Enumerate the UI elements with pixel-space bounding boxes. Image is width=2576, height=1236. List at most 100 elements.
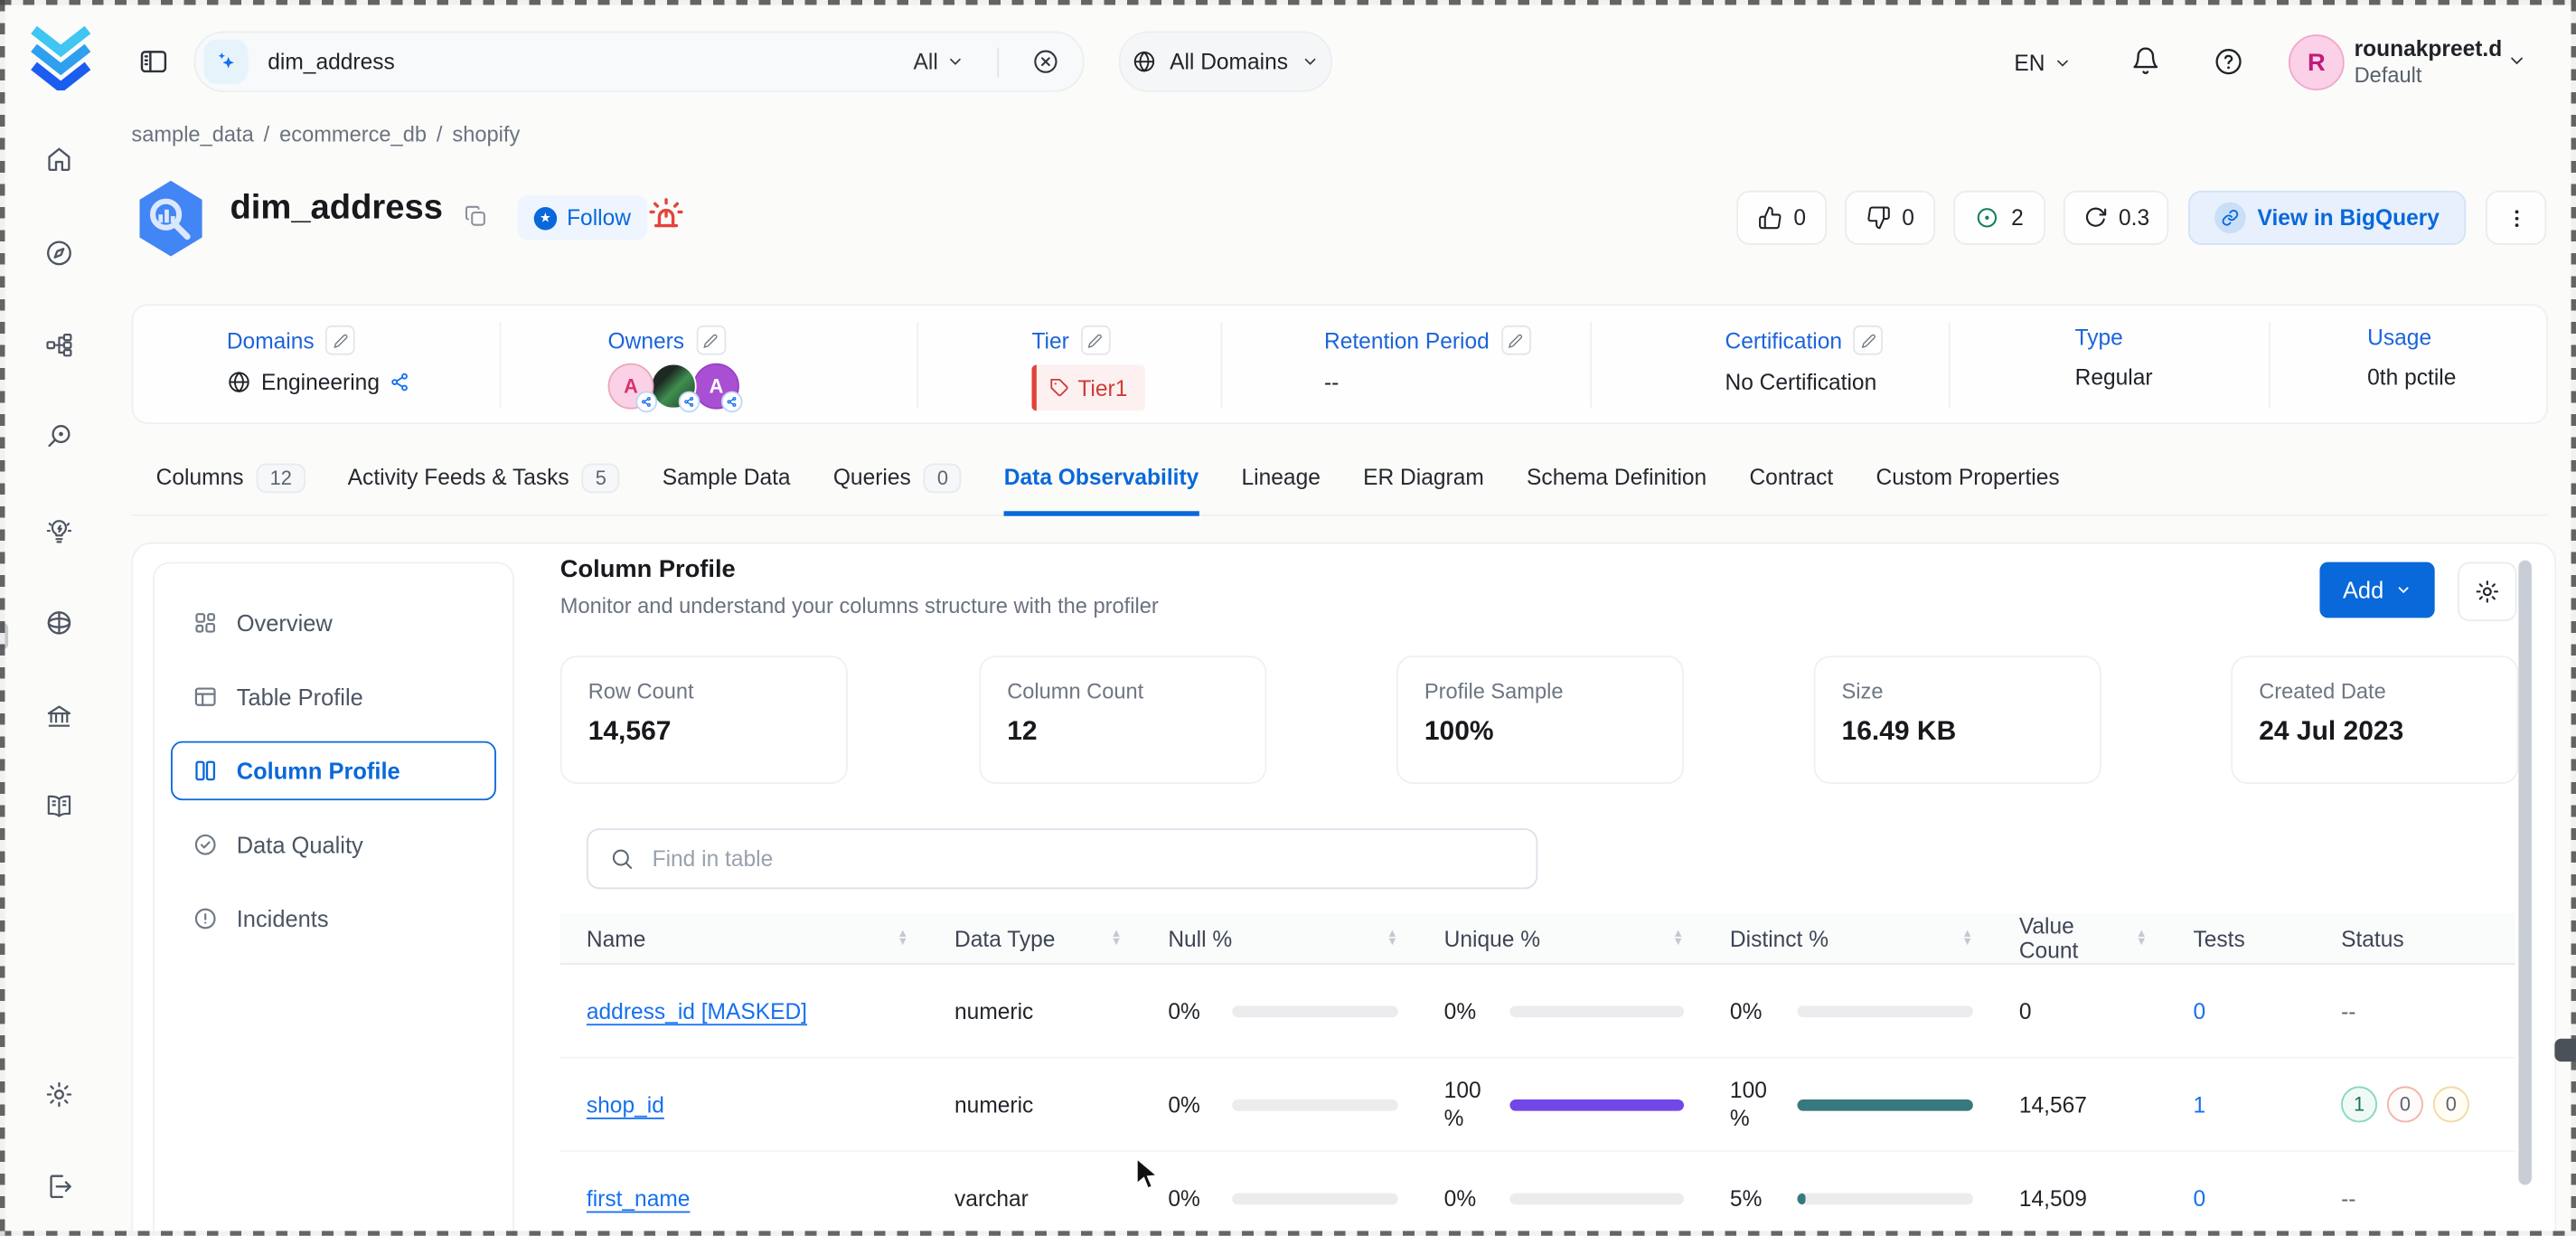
- subnav-data-quality[interactable]: Data Quality: [171, 816, 496, 874]
- global-search-bar[interactable]: All: [193, 32, 1084, 92]
- breadcrumb-database[interactable]: ecommerce_db: [279, 122, 427, 146]
- observability-icon[interactable]: [44, 422, 74, 452]
- data-type: numeric: [954, 998, 1033, 1023]
- add-button[interactable]: Add: [2319, 562, 2434, 618]
- tab-queries[interactable]: Queries0: [833, 464, 962, 514]
- tab-columns[interactable]: Columns12: [156, 464, 306, 514]
- sort-icon[interactable]: ▲▼: [1387, 930, 1398, 947]
- tab-contract[interactable]: Contract: [1749, 464, 1833, 514]
- home-icon[interactable]: [44, 145, 74, 175]
- tab-er-diagram[interactable]: ER Diagram: [1363, 464, 1484, 514]
- notifications-bell-icon[interactable]: [2130, 46, 2160, 76]
- panel-toggle-icon[interactable]: [138, 46, 170, 78]
- edit-retention-button[interactable]: [1501, 326, 1531, 355]
- column-link[interactable]: address_id [MASKED]: [587, 998, 807, 1023]
- null-bar: [1231, 1099, 1397, 1110]
- column-header-data-type[interactable]: Data Type▲▼: [928, 926, 1142, 950]
- owner-avatar[interactable]: A: [693, 363, 739, 410]
- domains-icon[interactable]: [44, 609, 74, 638]
- subnav-overview[interactable]: Overview: [171, 593, 496, 652]
- search-scope-select[interactable]: All: [914, 50, 964, 74]
- column-header-value-count[interactable]: Value Count▲▼: [1993, 914, 2167, 964]
- tab-activity-feeds[interactable]: Activity Feeds & Tasks5: [348, 464, 620, 514]
- views-icon: [1975, 205, 1999, 230]
- status-failed-badge[interactable]: 0: [2387, 1086, 2423, 1122]
- owner-avatar[interactable]: A: [608, 363, 654, 410]
- explore-icon[interactable]: [44, 239, 74, 269]
- meta-type: Type Regular: [2075, 326, 2153, 390]
- edit-domains-button[interactable]: [325, 326, 355, 355]
- table-icon: [193, 684, 219, 710]
- owner-avatar-photo[interactable]: [651, 363, 697, 410]
- tests-link[interactable]: 1: [2193, 1092, 2205, 1117]
- column-header-unique[interactable]: Unique %▲▼: [1418, 926, 1704, 950]
- tests-link[interactable]: 0: [2193, 998, 2205, 1023]
- profiler-settings-button[interactable]: [2458, 562, 2516, 621]
- tab-custom-properties[interactable]: Custom Properties: [1876, 464, 2059, 514]
- user-menu[interactable]: rounakpreet.d Default: [2355, 36, 2503, 89]
- language-select[interactable]: EN: [2014, 46, 2071, 79]
- sort-icon[interactable]: ▲▼: [2136, 930, 2148, 947]
- find-in-table[interactable]: [587, 828, 1537, 889]
- distinct-pct: 100 %: [1730, 1077, 1787, 1133]
- column-link[interactable]: first_name: [587, 1185, 691, 1210]
- usage-value: 0th pctile: [2367, 365, 2456, 390]
- table-row: shop_id numeric 0% 100 % 100 % 14,567 1 …: [560, 1059, 2515, 1153]
- settings-icon[interactable]: [44, 1080, 74, 1109]
- unique-bar: [1509, 1193, 1684, 1204]
- content-scrollbar[interactable]: [2518, 561, 2532, 1185]
- user-menu-chevron-icon[interactable]: [2507, 51, 2527, 71]
- tab-lineage[interactable]: Lineage: [1242, 464, 1321, 514]
- owners-label: Owners: [608, 328, 685, 353]
- tab-sample-data[interactable]: Sample Data: [663, 464, 791, 514]
- announcement-siren-icon[interactable]: [645, 193, 686, 233]
- edit-owners-button[interactable]: [696, 326, 726, 355]
- sort-icon[interactable]: ▲▼: [898, 930, 909, 947]
- edit-certification-button[interactable]: [1854, 326, 1884, 355]
- tab-data-observability[interactable]: Data Observability: [1004, 464, 1199, 516]
- tab-schema-definition[interactable]: Schema Definition: [1527, 464, 1706, 514]
- version-button[interactable]: 0.3: [2064, 191, 2168, 245]
- collate-logo[interactable]: [24, 18, 97, 90]
- ai-sparkles-icon[interactable]: [203, 40, 248, 84]
- global-search-input[interactable]: [265, 48, 898, 76]
- column-link[interactable]: shop_id: [587, 1092, 664, 1117]
- more-actions-button[interactable]: [2486, 191, 2546, 245]
- search-clear-icon[interactable]: [1031, 48, 1059, 76]
- metadata-bar: Domains Engineering Owners A A: [131, 304, 2548, 424]
- domains-value[interactable]: Engineering: [261, 370, 380, 394]
- domains-filter-button[interactable]: All Domains: [1119, 32, 1332, 92]
- share-link-icon[interactable]: [390, 372, 411, 393]
- breadcrumb-schema[interactable]: shopify: [452, 122, 520, 146]
- edit-tier-button[interactable]: [1081, 326, 1111, 355]
- sort-icon[interactable]: ▲▼: [1111, 930, 1123, 947]
- status-success-badge[interactable]: 1: [2341, 1086, 2377, 1122]
- help-icon[interactable]: [2213, 46, 2244, 78]
- status-aborted-badge[interactable]: 0: [2433, 1086, 2469, 1122]
- subnav-column-profile[interactable]: Column Profile: [171, 741, 496, 800]
- lineage-icon[interactable]: [44, 330, 74, 360]
- tests-link[interactable]: 0: [2193, 1185, 2205, 1210]
- downvote-button[interactable]: 0: [1845, 191, 1935, 245]
- sort-icon[interactable]: ▲▼: [1961, 930, 1973, 947]
- insights-icon[interactable]: [44, 516, 74, 546]
- logout-icon[interactable]: [44, 1172, 74, 1202]
- subnav-table-profile[interactable]: Table Profile: [171, 667, 496, 726]
- column-header-distinct[interactable]: Distinct %▲▼: [1704, 926, 1993, 950]
- copy-icon[interactable]: [464, 203, 488, 228]
- upvote-button[interactable]: 0: [1736, 191, 1827, 245]
- views-button[interactable]: 2: [1953, 191, 2045, 245]
- column-header-name[interactable]: Name▲▼: [560, 926, 928, 950]
- breadcrumb-service[interactable]: sample_data: [131, 122, 253, 146]
- view-in-service-button[interactable]: View in BigQuery: [2188, 191, 2466, 245]
- glossary-icon[interactable]: [44, 792, 74, 822]
- subnav-incidents[interactable]: Incidents: [171, 889, 496, 948]
- table-row: address_id [MASKED] numeric 0% 0% 0% 0 0…: [560, 965, 2515, 1059]
- follow-button[interactable]: ★ Follow: [518, 195, 648, 240]
- sort-icon[interactable]: ▲▼: [1672, 930, 1684, 947]
- tier-badge[interactable]: Tier1: [1031, 365, 1145, 411]
- user-avatar[interactable]: R: [2289, 34, 2345, 90]
- govern-icon[interactable]: [44, 702, 74, 731]
- find-in-table-input[interactable]: [649, 844, 1515, 873]
- column-header-null[interactable]: Null %▲▼: [1142, 926, 1417, 950]
